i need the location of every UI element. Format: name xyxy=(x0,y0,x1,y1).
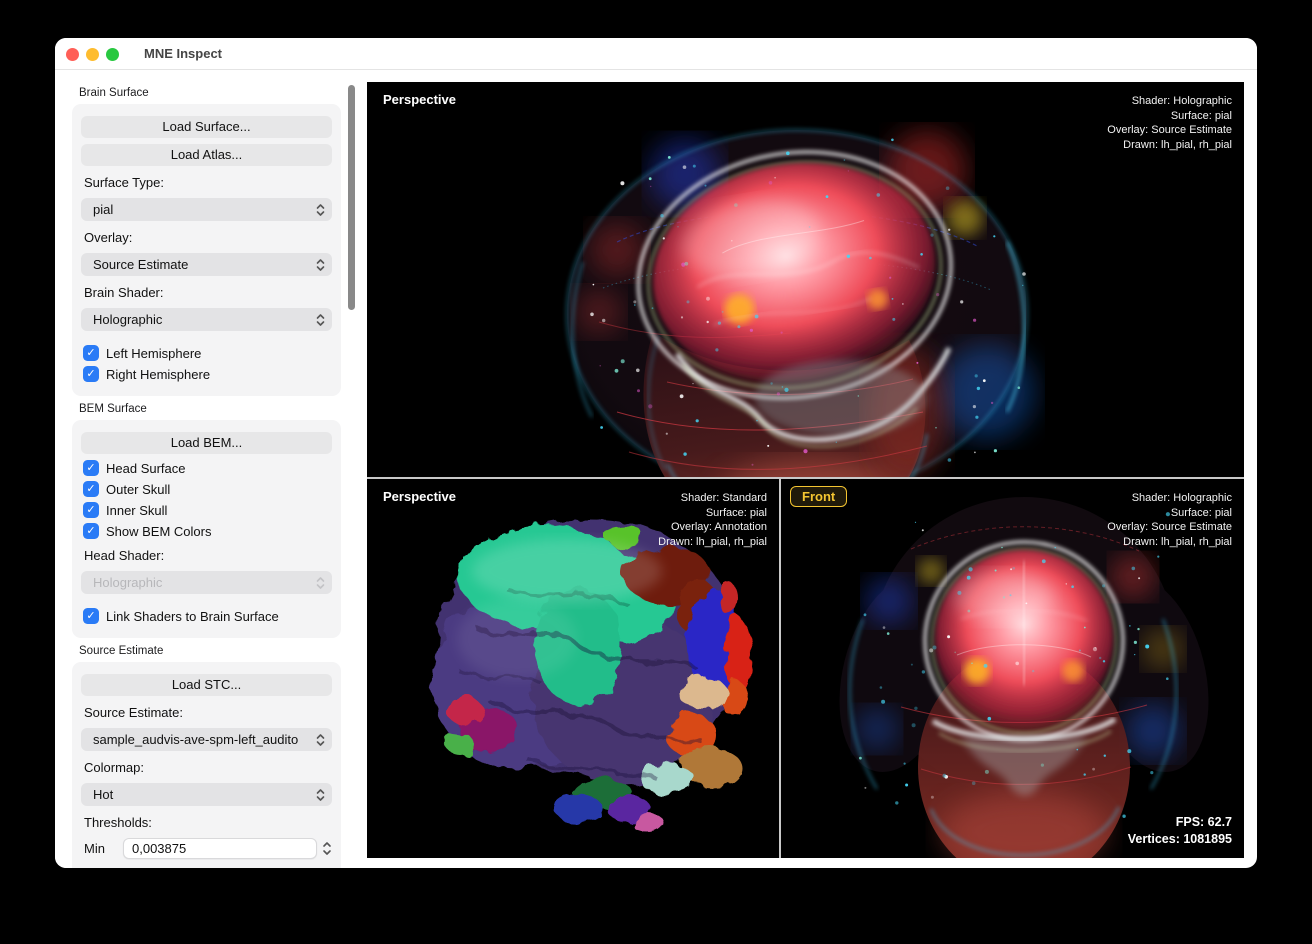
source-estimate-select[interactable]: sample_audvis-ave-spm-left_audito xyxy=(81,728,332,751)
select-chevrons-icon xyxy=(316,733,325,747)
select-chevrons-icon xyxy=(316,313,325,327)
head-shader-label: Head Shader: xyxy=(84,548,332,563)
surface-type-label: Surface Type: xyxy=(84,175,332,190)
info-overlay: Overlay: Source Estimate xyxy=(1107,123,1232,138)
info-shader: Shader: Standard xyxy=(658,491,767,506)
window-title: MNE Inspect xyxy=(144,38,222,70)
info-overlay: Overlay: Source Estimate xyxy=(1107,520,1232,535)
thresholds-label: Thresholds: xyxy=(84,815,332,830)
load-surface-button[interactable]: Load Surface... xyxy=(81,116,332,138)
head-surface-checkbox[interactable]: Head Surface xyxy=(83,460,332,476)
info-surface: Surface: pial xyxy=(658,506,767,521)
app-window: MNE Inspect Brain Surface Load Surface..… xyxy=(55,38,1257,868)
select-chevrons-icon xyxy=(316,203,325,217)
sidebar-scrollbar xyxy=(347,71,357,868)
show-bem-colors-checkbox[interactable]: Show BEM Colors xyxy=(83,523,332,539)
overlay-value: Source Estimate xyxy=(93,257,316,272)
overlay-label: Overlay: xyxy=(84,230,332,245)
head-shader-value: Holographic xyxy=(93,575,316,590)
checkbox-checked-icon xyxy=(83,345,99,361)
brain-surface-card: Load Surface... Load Atlas... Surface Ty… xyxy=(72,104,341,396)
brain-shader-value: Holographic xyxy=(93,312,316,327)
min-label: Min xyxy=(84,841,123,856)
min-threshold-row: Min xyxy=(84,838,332,859)
overlay-select[interactable]: Source Estimate xyxy=(81,253,332,276)
info-surface: Surface: pial xyxy=(1107,109,1232,124)
bem-surface-card: Load BEM... Head Surface Outer Skull Inn… xyxy=(72,420,341,638)
checkbox-checked-icon xyxy=(83,523,99,539)
viewport-perspective-main[interactable]: Perspective Shader: Holographic Surface:… xyxy=(367,82,1244,477)
fps-counter: FPS: 62.7 xyxy=(1128,814,1232,831)
left-hemisphere-checkbox[interactable]: Left Hemisphere xyxy=(83,345,332,361)
select-chevrons-icon xyxy=(316,258,325,272)
select-chevrons-icon xyxy=(316,576,325,590)
checkbox-label: Inner Skull xyxy=(106,503,167,518)
source-estimate-card: Load STC... Source Estimate: sample_audv… xyxy=(72,662,341,868)
surface-type-select[interactable]: pial xyxy=(81,198,332,221)
sidebar-scrollbar-thumb[interactable] xyxy=(348,85,355,310)
close-button[interactable] xyxy=(66,48,79,61)
viewport-label: Perspective xyxy=(383,92,456,107)
viewport-info-overlay: Shader: Holographic Surface: pial Overla… xyxy=(1107,491,1232,549)
viewport-info-overlay: Shader: Holographic Surface: pial Overla… xyxy=(1107,94,1232,152)
info-surface: Surface: pial xyxy=(1107,506,1232,521)
brain-shader-select[interactable]: Holographic xyxy=(81,308,332,331)
checkbox-label: Show BEM Colors xyxy=(106,524,211,539)
surface-type-value: pial xyxy=(93,202,316,217)
source-estimate-label: Source Estimate: xyxy=(84,705,332,720)
viewport-label: Perspective xyxy=(383,489,456,504)
zoom-button[interactable] xyxy=(106,48,119,61)
info-overlay: Overlay: Annotation xyxy=(658,520,767,535)
vertex-counter: Vertices: 1081895 xyxy=(1128,831,1232,848)
colormap-value: Hot xyxy=(93,787,316,802)
checkbox-checked-icon xyxy=(83,502,99,518)
load-bem-button[interactable]: Load BEM... xyxy=(81,432,332,454)
select-chevrons-icon xyxy=(316,788,325,802)
info-drawn: Drawn: lh_pial, rh_pial xyxy=(1107,138,1232,153)
info-shader: Shader: Holographic xyxy=(1107,94,1232,109)
link-shaders-checkbox[interactable]: Link Shaders to Brain Surface xyxy=(83,608,332,624)
checkbox-label: Left Hemisphere xyxy=(106,346,201,361)
checkbox-label: Right Hemisphere xyxy=(106,367,210,382)
info-shader: Shader: Holographic xyxy=(1107,491,1232,506)
section-header-brain-surface: Brain Surface xyxy=(79,87,367,99)
render-stats: FPS: 62.7 Vertices: 1081895 xyxy=(1128,814,1232,848)
viewport-front[interactable]: Front Shader: Holographic Surface: pial … xyxy=(781,479,1244,858)
section-header-source-estimate: Source Estimate xyxy=(79,645,367,657)
section-header-bem-surface: BEM Surface xyxy=(79,403,367,415)
checkbox-checked-icon xyxy=(83,460,99,476)
control-sidebar: Brain Surface Load Surface... Load Atlas… xyxy=(55,71,367,868)
checkbox-checked-icon xyxy=(83,366,99,382)
checkbox-label: Head Surface xyxy=(106,461,186,476)
checkbox-checked-icon xyxy=(83,481,99,497)
viewport-info-overlay: Shader: Standard Surface: pial Overlay: … xyxy=(658,491,767,549)
checkbox-label: Link Shaders to Brain Surface xyxy=(106,609,279,624)
checkbox-checked-icon xyxy=(83,608,99,624)
right-hemisphere-checkbox[interactable]: Right Hemisphere xyxy=(83,366,332,382)
minimize-button[interactable] xyxy=(86,48,99,61)
viewport-perspective-annotation[interactable]: Perspective Shader: Standard Surface: pi… xyxy=(367,479,779,858)
inner-skull-checkbox[interactable]: Inner Skull xyxy=(83,502,332,518)
info-drawn: Drawn: lh_pial, rh_pial xyxy=(1107,535,1232,550)
colormap-label: Colormap: xyxy=(84,760,332,775)
colormap-select[interactable]: Hot xyxy=(81,783,332,806)
viewport-grid: Perspective Shader: Holographic Surface:… xyxy=(367,82,1244,858)
load-stc-button[interactable]: Load STC... xyxy=(81,674,332,696)
title-bar: MNE Inspect xyxy=(55,38,1257,70)
source-estimate-value: sample_audvis-ave-spm-left_audito xyxy=(93,732,316,747)
info-drawn: Drawn: lh_pial, rh_pial xyxy=(658,535,767,550)
stepper-icon[interactable] xyxy=(322,840,332,857)
min-threshold-input[interactable] xyxy=(123,838,317,859)
load-atlas-button[interactable]: Load Atlas... xyxy=(81,144,332,166)
checkbox-label: Outer Skull xyxy=(106,482,170,497)
brain-shader-label: Brain Shader: xyxy=(84,285,332,300)
front-view-badge[interactable]: Front xyxy=(790,486,847,507)
outer-skull-checkbox[interactable]: Outer Skull xyxy=(83,481,332,497)
head-shader-select: Holographic xyxy=(81,571,332,594)
